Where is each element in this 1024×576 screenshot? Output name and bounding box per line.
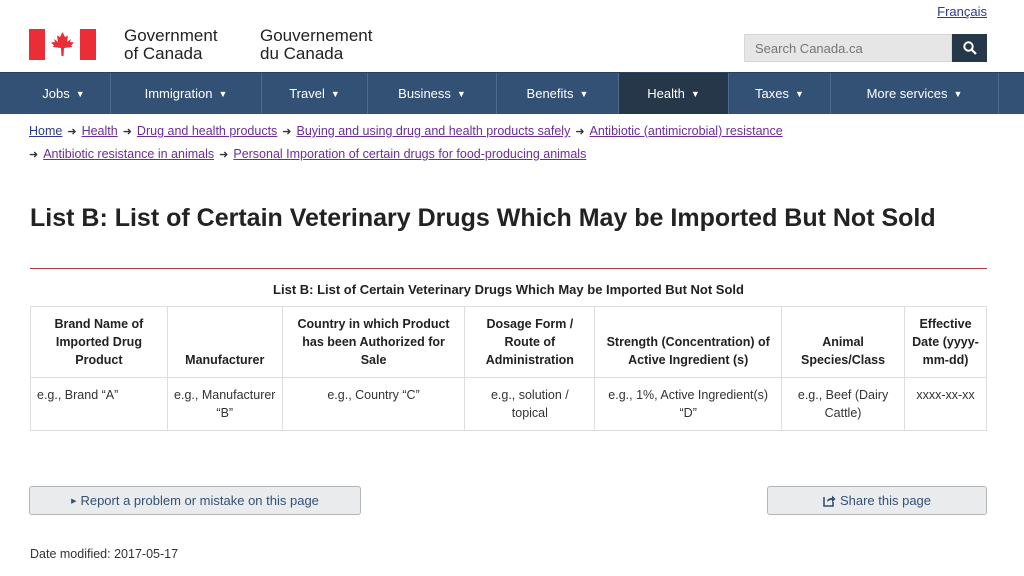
column-header: Country in which Product has been Author… (281, 306, 466, 378)
menu-label: Benefits (526, 86, 574, 101)
date-modified: Date modified: 2017-05-17 (30, 547, 178, 561)
language-toggle-link[interactable]: Français (937, 4, 987, 19)
date-modified-label: Date modified: (30, 547, 111, 561)
site-header: Government of Canada Gouvernement du Can… (0, 24, 1024, 72)
table-cell: e.g., solution / topical (464, 377, 596, 431)
drug-list-table: Brand Name of Imported Drug Product Manu… (30, 306, 987, 431)
breadcrumb-drug-health-products[interactable]: Drug and health products (137, 124, 277, 138)
chevron-down-icon: ▼ (456, 88, 466, 99)
share-icon (823, 495, 836, 507)
menu-label: Travel (289, 86, 325, 101)
menu-item-immigration[interactable]: Immigration ▼ (111, 73, 262, 114)
menu-label: Health (647, 86, 685, 101)
table-cell: e.g., Brand “A” (30, 377, 168, 431)
table-caption: List B: List of Certain Veterinary Drugs… (273, 282, 744, 297)
table-row: e.g., Brand “A” e.g., Manufacturer “B” e… (30, 377, 987, 431)
table-cell: xxxx-xx-xx (904, 377, 987, 431)
menu-item-benefits[interactable]: Benefits ▼ (497, 73, 619, 114)
arrow-right-icon: ➜ (122, 126, 132, 138)
breadcrumb-health[interactable]: Health (82, 124, 118, 138)
menu-item-more-services[interactable]: More services ▼ (831, 73, 999, 114)
column-header: Effective Date (yyyy-mm-dd) (904, 306, 987, 378)
chevron-down-icon: ▼ (690, 88, 700, 99)
chevron-down-icon: ▼ (579, 88, 589, 99)
page-title: List B: List of Certain Veterinary Drugs… (30, 204, 936, 232)
menu-item-travel[interactable]: Travel ▼ (262, 73, 368, 114)
triangle-right-icon: ▶ (71, 497, 77, 505)
gouvernement-du-canada-wordmark[interactable]: Gouvernement du Canada (260, 27, 372, 63)
menu-item-health[interactable]: Health ▼ (619, 73, 729, 114)
report-problem-button[interactable]: ▶ Report a problem or mistake on this pag… (29, 486, 361, 515)
menu-label: Jobs (42, 86, 70, 101)
table-header-row: Brand Name of Imported Drug Product Manu… (30, 306, 987, 378)
main-menu: Jobs ▼ Immigration ▼ Travel ▼ Business ▼ Ben… (0, 72, 1024, 114)
search-button[interactable] (952, 34, 987, 62)
breadcrumb-home[interactable]: Home (29, 124, 62, 138)
menu-label: More services (866, 86, 948, 101)
menu-label: Immigration (144, 86, 213, 101)
column-header: Strength (Concentration) of Active Ingre… (594, 306, 783, 378)
share-page-label: Share this page (839, 493, 932, 508)
menu-label: Taxes (755, 86, 790, 101)
breadcrumb-antibiotic-resistance[interactable]: Antibiotic (antimicrobial) resistance (590, 124, 783, 138)
chevron-down-icon: ▼ (75, 88, 85, 99)
table-cell: e.g., Beef (Dairy Cattle) (781, 377, 905, 431)
chevron-down-icon: ▼ (795, 88, 804, 99)
table-cell: e.g., 1%, Active Ingredient(s) “D” (594, 377, 783, 431)
arrow-right-icon: ➜ (67, 126, 77, 138)
column-header: Dosage Form / Route of Administration (464, 306, 596, 378)
search-icon (962, 41, 977, 55)
share-page-button[interactable]: Share this page (767, 486, 987, 515)
government-of-canada-wordmark[interactable]: Government of Canada (124, 27, 218, 63)
canada-flag-icon[interactable] (29, 29, 96, 60)
search-input[interactable] (744, 34, 952, 62)
report-problem-label: Report a problem or mistake on this page (80, 493, 319, 508)
table-cell: e.g., Manufacturer “B” (166, 377, 283, 431)
arrow-right-icon: ➜ (219, 149, 229, 161)
chevron-down-icon: ▼ (218, 88, 228, 99)
menu-item-jobs[interactable]: Jobs ▼ (17, 73, 111, 114)
arrow-right-icon: ➜ (29, 149, 39, 161)
chevron-down-icon: ▼ (953, 88, 963, 99)
table-cell: e.g., Country “C” (281, 377, 466, 431)
menu-item-business[interactable]: Business ▼ (368, 73, 497, 114)
breadcrumb: Home ➜ Health ➜ Drug and health products ➜ Buy… (29, 120, 1009, 166)
arrow-right-icon: ➜ (282, 126, 292, 138)
arrow-right-icon: ➜ (575, 126, 585, 138)
gov-en-line1: Government (124, 26, 218, 45)
breadcrumb-buying-using-safely[interactable]: Buying and using drug and health product… (297, 124, 571, 138)
date-modified-value: 2017-05-17 (114, 547, 179, 561)
breadcrumb-resistance-in-animals[interactable]: Antibiotic resistance in animals (43, 147, 214, 161)
title-divider (30, 268, 987, 269)
menu-item-taxes[interactable]: Taxes ▼ (729, 73, 831, 114)
gov-en-line2: of Canada (124, 44, 203, 63)
gov-fr-line1: Gouvernement (260, 26, 373, 45)
column-header: Animal Species/Class (781, 306, 905, 378)
column-header: Brand Name of Imported Drug Product (30, 306, 168, 378)
breadcrumb-personal-importation[interactable]: Personal Imporation of certain drugs for… (233, 147, 586, 161)
column-header: Manufacturer (166, 306, 283, 378)
gov-fr-line2: du Canada (260, 44, 344, 63)
menu-label: Business (398, 86, 451, 101)
chevron-down-icon: ▼ (330, 88, 340, 99)
